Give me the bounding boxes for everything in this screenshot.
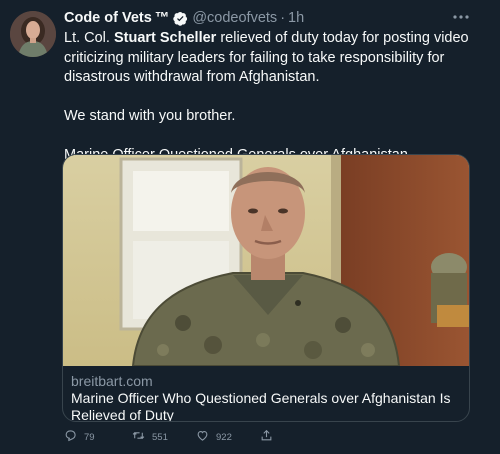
like-count: 922 [216,431,232,443]
tweet-text: Lt. Col. Stuart Scheller relieved of dut… [64,29,476,166]
retweet-count: 551 [152,431,168,443]
retweet-button[interactable]: 551 [132,429,168,445]
reply-count: 79 [84,431,95,443]
reply-icon [64,429,77,445]
tweet-header: Code of Vets ™ @codeofvets · 1h [64,9,304,27]
share-button[interactable] [260,429,273,445]
separator-dot: · [280,10,286,26]
tweet-paragraph-1: Lt. Col. Stuart Scheller relieved of dut… [64,29,476,88]
link-card-domain: breitbart.com [71,373,153,389]
verified-badge-icon [173,11,188,26]
link-card-image[interactable] [63,155,469,367]
tweet-bold-name: Stuart Scheller [113,30,217,46]
avatar[interactable] [10,11,56,57]
share-icon [260,429,273,445]
author-name[interactable]: Code of Vets [64,10,152,26]
author-handle[interactable]: @codeofvets [192,10,277,26]
link-card-title: Marine Officer Who Questioned Generals o… [71,390,451,422]
like-icon [196,429,209,445]
tweet[interactable]: Code of Vets ™ @codeofvets · 1h Lt. Col.… [0,0,500,454]
tweet-text-prefix: Lt. Col. [64,30,114,46]
reply-button[interactable]: 79 [64,429,95,445]
tweet-actions: 79 551 922 [62,429,292,445]
like-button[interactable]: 922 [196,429,232,445]
link-card[interactable]: breitbart.com Marine Officer Who Questio… [62,154,470,422]
tweet-paragraph-2: We stand with you brother. [64,108,236,124]
more-icon[interactable] [450,9,472,25]
link-card-meta[interactable]: breitbart.com Marine Officer Who Questio… [63,366,469,422]
timestamp[interactable]: 1h [288,10,304,26]
trademark-symbol: ™ [154,10,170,26]
retweet-icon [132,429,145,445]
